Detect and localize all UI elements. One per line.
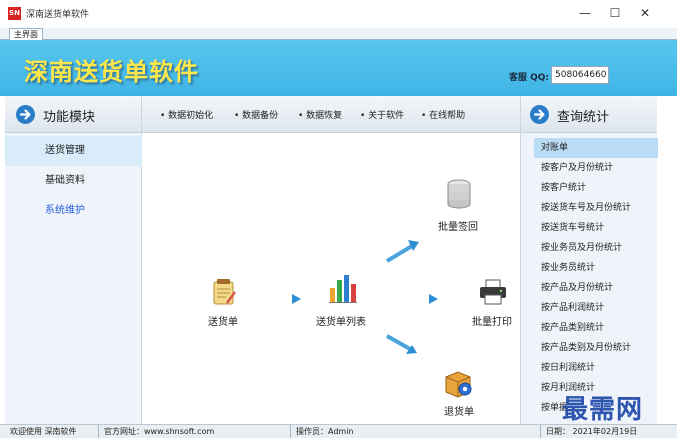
- stat-item-statement[interactable]: 对账单: [534, 138, 658, 158]
- arrow-right-circle-icon: [16, 105, 35, 124]
- window-title: 深南送货单软件: [26, 10, 90, 20]
- close-button[interactable]: ✕: [634, 4, 656, 22]
- nav-item-system-maintenance[interactable]: 系统维护: [5, 196, 142, 226]
- nav-item-delivery-management[interactable]: 送货管理: [5, 136, 142, 166]
- stat-item-salesman[interactable]: 按业务员统计: [534, 258, 658, 278]
- status-welcome: 欢迎使用 深南软件: [10, 427, 77, 436]
- toolbar-data-backup[interactable]: • 数据备份: [234, 108, 278, 121]
- query-statistics-title: 查询统计: [557, 110, 610, 125]
- batch-print-label[interactable]: 批量打印: [472, 313, 512, 328]
- delivery-list-icon[interactable]: [328, 274, 358, 304]
- minimize-button[interactable]: —: [574, 4, 596, 22]
- arrow-delivery-to-list: [264, 294, 301, 304]
- function-module-title: 功能模块: [43, 110, 96, 125]
- maximize-button[interactable]: ☐: [604, 4, 626, 22]
- status-divider: [290, 425, 291, 438]
- stat-item-customer[interactable]: 按客户统计: [534, 178, 658, 198]
- arrow-right-circle-icon: [530, 105, 549, 124]
- status-website: 官方网址：www.shnsoft.com: [104, 427, 215, 436]
- stat-item-vehicle-month[interactable]: 按送货车号及月份统计: [534, 198, 658, 218]
- watermark-logo: 最需网: [562, 395, 644, 425]
- batch-sign-label[interactable]: 批量签回: [438, 218, 478, 233]
- title-bar: SN 深南送货单软件 — ☐ ✕: [0, 0, 677, 28]
- stat-item-product-category-month[interactable]: 按产品类别及月份统计: [534, 338, 658, 358]
- stat-item-daily-profit[interactable]: 按日利润统计: [534, 358, 658, 378]
- return-box-icon[interactable]: [443, 368, 473, 398]
- stat-item-product-profit[interactable]: 按产品利润统计: [534, 298, 658, 318]
- status-bar: 欢迎使用 深南软件 官方网址：www.shnsoft.com 操作员：Admin…: [0, 424, 677, 438]
- printer-icon[interactable]: [479, 279, 507, 305]
- toolbar-data-restore[interactable]: • 数据恢复: [298, 108, 342, 121]
- stat-item-vehicle[interactable]: 按送货车号统计: [534, 218, 658, 238]
- delivery-list-label[interactable]: 送货单列表: [316, 313, 366, 328]
- function-module-panel: 功能模块 送货管理 基础资料 系统维护: [5, 96, 142, 424]
- status-date: 日期： 2021年02月19日: [546, 427, 638, 436]
- toolbar-data-init[interactable]: • 数据初始化: [160, 108, 213, 121]
- status-divider: [540, 425, 541, 438]
- toolbar-online-help[interactable]: • 在线帮助: [421, 108, 465, 121]
- status-divider: [98, 425, 99, 438]
- stat-item-product-month[interactable]: 按产品及月份统计: [534, 278, 658, 298]
- qq-field[interactable]: 508064660: [551, 66, 609, 84]
- query-statistics-panel: 查询统计 对账单 按客户及月份统计 按客户统计 按送货车号及月份统计 按送货车号…: [520, 96, 658, 424]
- nav-item-basic-data[interactable]: 基础资料: [5, 166, 142, 196]
- delivery-note-label[interactable]: 送货单: [208, 313, 238, 328]
- stat-item-customer-month[interactable]: 按客户及月份统计: [534, 158, 658, 178]
- query-statistics-header: 查询统计: [521, 96, 657, 133]
- arrow-list-to-print: [400, 294, 438, 304]
- workflow-area: 送货单 送货单列表 批量签回 批量打印 退货单: [142, 133, 520, 424]
- return-note-label[interactable]: 退货单: [444, 403, 474, 418]
- arrow-list-to-return: [386, 334, 417, 354]
- toolbar-about[interactable]: • 关于软件: [360, 108, 404, 121]
- qq-label: 客服 QQ:: [509, 73, 550, 83]
- delivery-note-icon[interactable]: [211, 278, 237, 306]
- database-icon[interactable]: [446, 179, 472, 209]
- arrow-list-to-sign: [385, 240, 419, 263]
- tab-bar: 主界面: [0, 28, 677, 40]
- tab-main[interactable]: 主界面: [9, 28, 43, 40]
- function-module-header: 功能模块: [5, 96, 141, 133]
- status-operator: 操作员：Admin: [296, 427, 354, 436]
- stat-item-salesman-month[interactable]: 按业务员及月份统计: [534, 238, 658, 258]
- top-toolbar: • 数据初始化 • 数据备份 • 数据恢复 • 关于软件 • 在线帮助: [142, 96, 520, 133]
- app-logo-icon: SN: [8, 7, 21, 20]
- banner-title: 深南送货单软件: [24, 58, 199, 86]
- stat-item-product-category[interactable]: 按产品类别统计: [534, 318, 658, 338]
